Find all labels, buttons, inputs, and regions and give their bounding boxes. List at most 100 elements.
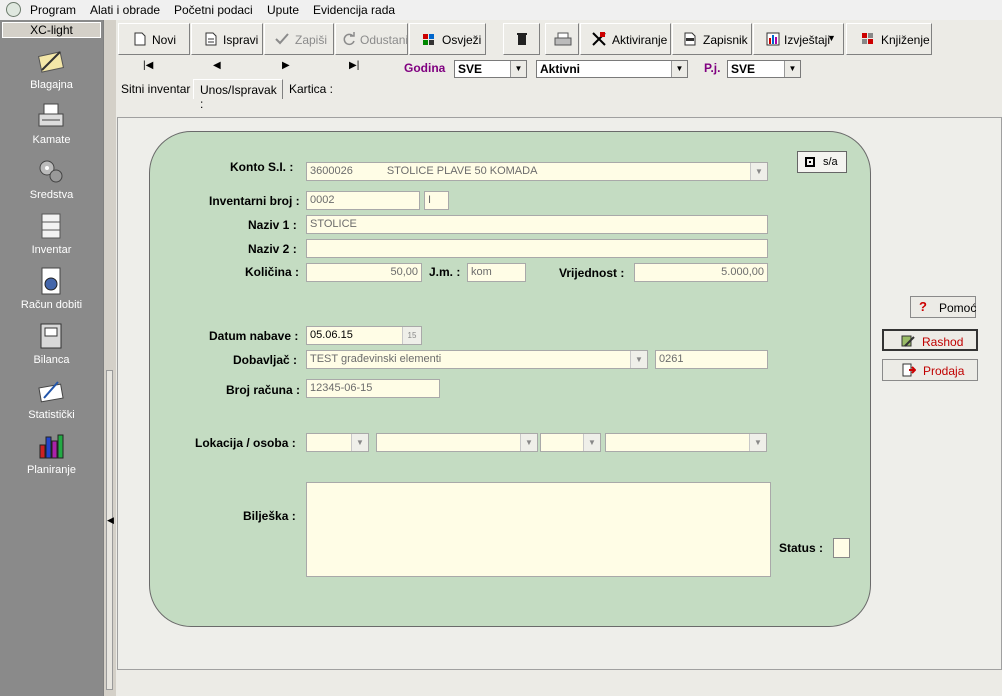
prodaja-button[interactable]: Prodaja — [882, 359, 978, 381]
sidebar-item-sredstva[interactable]: Sredstva — [0, 156, 103, 210]
trash-icon — [517, 33, 527, 45]
odustani-button[interactable]: Odustani — [335, 23, 408, 55]
sidebar-title: XC-light — [2, 22, 101, 38]
chevron-down-icon: ▼ — [583, 434, 600, 451]
nav-last-button[interactable]: ▶| — [349, 60, 359, 71]
delete-button[interactable] — [503, 23, 540, 55]
naziv1-label: Naziv 1 : — [248, 218, 297, 232]
sale-icon — [902, 363, 916, 377]
menu-pocetni-podaci[interactable]: Početni podaci — [174, 3, 253, 17]
print-button[interactable] — [545, 23, 579, 55]
kolicina-field[interactable]: 50,00 — [306, 263, 422, 282]
menu-alati[interactable]: Alati i obrade — [90, 3, 160, 17]
pomoc-button[interactable]: ? Pomoć — [910, 296, 976, 318]
kolicina-label: Količina : — [245, 265, 300, 279]
status-checkbox[interactable] — [833, 538, 850, 558]
gears-icon — [39, 160, 63, 183]
konto-select[interactable]: 3600026 STOLICE PLAVE 50 KOMADA ▼ — [306, 162, 768, 181]
lokacija-select-1[interactable]: ▼ — [306, 433, 369, 452]
dobavljac-label: Dobavljač : — [233, 353, 298, 367]
app-logo-icon[interactable] — [6, 2, 21, 17]
sidebar-item-racun-dobiti[interactable]: Račun dobiti — [0, 266, 103, 320]
pj-select[interactable]: SVE ▼ — [727, 60, 801, 78]
chevron-down-icon: ▼ — [351, 434, 368, 451]
calendar-icon[interactable]: 15 — [402, 327, 421, 344]
report-icon — [766, 32, 780, 46]
pdf-document-icon — [684, 32, 696, 46]
scrollbar-thumb[interactable] — [106, 370, 113, 690]
binder-icon — [40, 323, 62, 349]
zapisnik-button[interactable]: Zapisnik — [672, 23, 752, 55]
nav-next-button[interactable]: ▶ — [282, 60, 290, 71]
bar-chart-icon — [39, 434, 64, 459]
sidebar: XC-light Blagajna Kamate Sredstva Invent… — [0, 20, 103, 696]
sidebar-scrollbar[interactable]: ◀ — [103, 20, 116, 696]
ledger-icon — [862, 33, 873, 44]
dobavljac-select[interactable]: TEST građevinski elementi ▼ — [306, 350, 648, 369]
menu-evidencija-rada[interactable]: Evidencija rada — [313, 3, 395, 17]
novi-button[interactable]: Novi — [118, 23, 190, 55]
checkbox-square-icon — [805, 157, 815, 167]
menu-upute[interactable]: Upute — [267, 3, 299, 17]
godina-select[interactable]: SVE ▼ — [454, 60, 527, 78]
chevron-down-icon: ▼ — [510, 61, 526, 77]
broj-racuna-field[interactable]: 12345-06-15 — [306, 379, 440, 398]
ispravi-button[interactable]: Ispravi — [191, 23, 263, 55]
tab-sitni-inventar[interactable]: Sitni inventar : — [121, 82, 197, 96]
naziv2-label: Naziv 2 : — [248, 242, 297, 256]
inv-label: Inventarni broj : — [209, 194, 300, 208]
sa-button[interactable]: s/a — [797, 151, 847, 173]
lokacija-select-2[interactable]: ▼ — [376, 433, 538, 452]
menu-program[interactable]: Program — [30, 3, 76, 17]
nav-prev-button[interactable]: ◀ — [213, 60, 221, 71]
inventarni-broj-field[interactable]: 0002 — [306, 191, 420, 210]
chevron-down-icon: ▼ — [630, 351, 647, 368]
sidebar-item-statisticki[interactable]: Statistički — [0, 376, 103, 430]
osvjezi-button[interactable]: Osvježi — [409, 23, 486, 55]
collapse-arrow-icon[interactable]: ◀ — [107, 515, 114, 526]
new-document-icon — [134, 32, 146, 46]
document-chart-icon — [41, 267, 61, 295]
tab-unos-ispravak-active[interactable]: Unos/Ispravak : — [193, 79, 283, 111]
sidebar-item-blagajna[interactable]: Blagajna — [0, 46, 103, 100]
cabinet-icon — [41, 213, 61, 239]
undo-icon — [343, 32, 355, 46]
nav-first-button[interactable]: |◀ — [143, 60, 153, 71]
pen-paper-icon — [37, 51, 65, 73]
pj-label: P.j. — [704, 61, 721, 75]
zapisi-button[interactable]: Zapiši — [264, 23, 334, 55]
sidebar-item-planiranje[interactable]: Planiranje — [0, 431, 103, 485]
lokacija-label: Lokacija / osoba : — [195, 436, 296, 450]
biljeska-textarea[interactable] — [306, 482, 771, 577]
naziv1-field[interactable]: STOLICE — [306, 215, 768, 234]
drawing-icon — [38, 381, 64, 403]
tab-kartica[interactable]: Kartica : — [289, 82, 333, 96]
datum-nabave-field[interactable]: 05.06.15 15 — [306, 326, 422, 345]
jm-label: J.m. : — [429, 265, 461, 279]
dobavljac-code-field[interactable]: 0261 — [655, 350, 768, 369]
refresh-icon — [423, 34, 434, 45]
inventarni-suffix-field[interactable]: I — [424, 191, 449, 210]
write-off-icon — [901, 335, 915, 347]
vrijednost-field[interactable]: 5.000,00 — [634, 263, 768, 282]
sidebar-item-kamate[interactable]: Kamate — [0, 101, 103, 155]
printer-icon — [554, 32, 572, 46]
typewriter-icon — [38, 103, 64, 127]
chevron-down-icon: ▼ — [749, 434, 766, 451]
status-select[interactable]: Aktivni ▼ — [536, 60, 688, 78]
jm-field[interactable]: kom — [467, 263, 526, 282]
checkmark-icon — [275, 33, 289, 45]
chevron-down-icon: ▼ — [827, 33, 836, 43]
osoba-select-1[interactable]: ▼ — [540, 433, 601, 452]
activate-icon — [592, 32, 606, 46]
aktiviranje-button[interactable]: Aktiviranje — [580, 23, 671, 55]
rashod-button[interactable]: Rashod — [882, 329, 978, 351]
godina-label: Godina — [404, 61, 446, 75]
knjizenje-button[interactable]: Knjiženje — [846, 23, 932, 55]
izvjestaji-dropdown[interactable]: Izvještaji ▼ — [753, 23, 844, 55]
vrijednost-label: Vrijednost : — [559, 266, 625, 280]
osoba-select-2[interactable]: ▼ — [605, 433, 767, 452]
sidebar-item-inventar[interactable]: Inventar — [0, 211, 103, 265]
naziv2-field[interactable] — [306, 239, 768, 258]
sidebar-item-bilanca[interactable]: Bilanca — [0, 321, 103, 375]
